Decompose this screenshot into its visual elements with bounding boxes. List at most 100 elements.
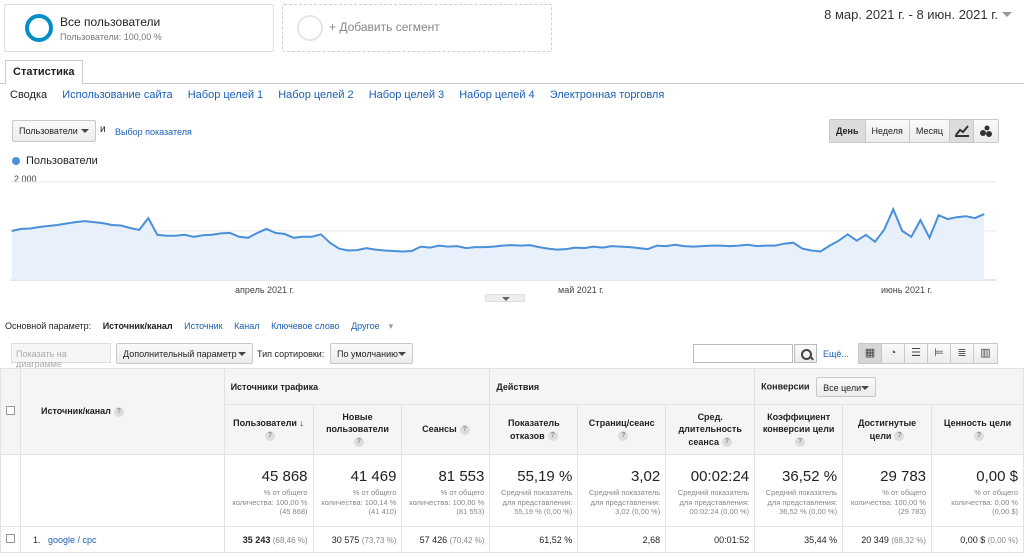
select-metric-link[interactable]: Выбор показателя: [115, 127, 192, 137]
data-point[interactable]: [838, 240, 840, 242]
data-point[interactable]: [356, 249, 358, 251]
data-point[interactable]: [383, 249, 386, 252]
help-icon[interactable]: ?: [547, 431, 558, 442]
data-point[interactable]: [647, 248, 649, 250]
data-point[interactable]: [583, 247, 585, 249]
data-point[interactable]: [265, 228, 267, 230]
data-point[interactable]: [928, 237, 931, 239]
data-point[interactable]: [147, 217, 149, 219]
data-point[interactable]: [529, 244, 531, 246]
data-point[interactable]: [865, 234, 867, 236]
dimension-medium[interactable]: Канал: [234, 321, 259, 331]
row-checkbox[interactable]: [5, 534, 15, 543]
subnav-goal-set-3[interactable]: Набор целей 3: [369, 89, 444, 101]
data-point[interactable]: [638, 247, 640, 249]
sort-type-select[interactable]: По умолчанию: [330, 343, 413, 364]
search-icon[interactable]: [794, 344, 817, 363]
dimension-keyword[interactable]: Ключевое слово: [271, 321, 339, 331]
data-point[interactable]: [374, 248, 376, 251]
data-point[interactable]: [129, 227, 131, 229]
granularity-day-button[interactable]: День: [830, 120, 866, 142]
data-point[interactable]: [765, 245, 767, 247]
help-icon[interactable]: ?: [894, 431, 905, 442]
data-point[interactable]: [29, 227, 31, 230]
data-point[interactable]: [84, 220, 86, 222]
data-point[interactable]: [220, 232, 222, 234]
data-point[interactable]: [565, 248, 567, 250]
dimension-other[interactable]: Другое: [351, 321, 380, 331]
dimension-column-header[interactable]: Источник/канал?: [19, 368, 225, 455]
data-point[interactable]: [420, 246, 422, 248]
data-point[interactable]: [774, 245, 776, 247]
data-point[interactable]: [592, 246, 594, 248]
data-point[interactable]: [338, 247, 340, 250]
data-point[interactable]: [520, 245, 522, 247]
header-goal-value[interactable]: Ценность цели?: [931, 404, 1024, 455]
data-point[interactable]: [293, 237, 295, 239]
data-point[interactable]: [601, 247, 604, 249]
data-point[interactable]: [983, 213, 985, 215]
secondary-dimension-select[interactable]: Дополнительный параметр: [116, 343, 253, 364]
data-point[interactable]: [138, 229, 140, 231]
data-point[interactable]: [874, 241, 876, 243]
help-icon[interactable]: ?: [265, 431, 276, 442]
header-goal-completions[interactable]: Достигнутые цели?: [842, 404, 933, 455]
data-point[interactable]: [365, 247, 367, 249]
dimension-source[interactable]: Источник: [184, 321, 222, 331]
data-point[interactable]: [556, 248, 558, 251]
data-point[interactable]: [747, 244, 749, 246]
granularity-month-button[interactable]: Месяц: [910, 120, 949, 142]
subnav-goal-set-2[interactable]: Набор целей 2: [278, 89, 353, 101]
data-point[interactable]: [511, 244, 513, 246]
data-point[interactable]: [483, 246, 485, 248]
data-point[interactable]: [919, 219, 922, 221]
chevron-down-icon[interactable]: [1002, 12, 1012, 17]
data-point[interactable]: [111, 224, 113, 226]
data-point[interactable]: [883, 229, 885, 231]
data-point[interactable]: [256, 232, 258, 234]
advanced-search-link[interactable]: Ещё...: [823, 349, 849, 359]
header-bounce-rate[interactable]: Показатель отказов?: [489, 404, 579, 455]
header-users[interactable]: Пользователи ↓?: [223, 404, 314, 455]
collapse-chart-toggle[interactable]: [485, 294, 525, 302]
data-point[interactable]: [719, 245, 722, 247]
help-icon[interactable]: ?: [354, 437, 364, 448]
data-point[interactable]: [701, 245, 703, 247]
data-point[interactable]: [156, 234, 158, 236]
data-point[interactable]: [193, 236, 195, 238]
goal-select[interactable]: Все цели: [816, 376, 877, 397]
data-point[interactable]: [311, 236, 313, 238]
data-point[interactable]: [302, 236, 304, 238]
header-pages-per-session[interactable]: Страниц/сеанс?: [577, 404, 667, 455]
data-point[interactable]: [574, 247, 576, 249]
data-point[interactable]: [620, 246, 622, 248]
data-point[interactable]: [947, 218, 949, 220]
data-point[interactable]: [102, 222, 104, 224]
data-point[interactable]: [937, 214, 940, 216]
header-new-users[interactable]: Новые пользователи?: [312, 404, 403, 455]
data-point[interactable]: [238, 236, 240, 238]
help-icon[interactable]: ?: [618, 431, 629, 442]
data-point[interactable]: [38, 226, 40, 228]
data-point[interactable]: [856, 240, 858, 242]
header-conversion-rate[interactable]: Коэффициент конверсии цели?: [754, 404, 844, 455]
data-point[interactable]: [165, 235, 168, 237]
data-point[interactable]: [629, 246, 631, 248]
data-point[interactable]: [956, 216, 958, 218]
help-icon[interactable]: ?: [974, 431, 985, 442]
data-point[interactable]: [547, 247, 549, 250]
data-point[interactable]: [65, 222, 68, 225]
pie-chart-icon[interactable]: ◔: [882, 344, 905, 363]
subnav-goal-set-1[interactable]: Набор целей 1: [188, 89, 263, 101]
data-point[interactable]: [174, 235, 177, 237]
data-point[interactable]: [56, 224, 59, 226]
data-point[interactable]: [347, 249, 349, 252]
subnav-summary[interactable]: Сводка: [10, 89, 47, 101]
data-point[interactable]: [710, 245, 713, 247]
plot-rows-button[interactable]: Показать на диаграмме: [11, 343, 111, 369]
data-point[interactable]: [211, 234, 213, 236]
header-avg-duration[interactable]: Сред. длительность сеанса?: [665, 404, 756, 455]
comparison-icon[interactable]: ⊨: [928, 344, 951, 363]
data-point[interactable]: [274, 232, 277, 234]
data-point[interactable]: [974, 217, 976, 219]
